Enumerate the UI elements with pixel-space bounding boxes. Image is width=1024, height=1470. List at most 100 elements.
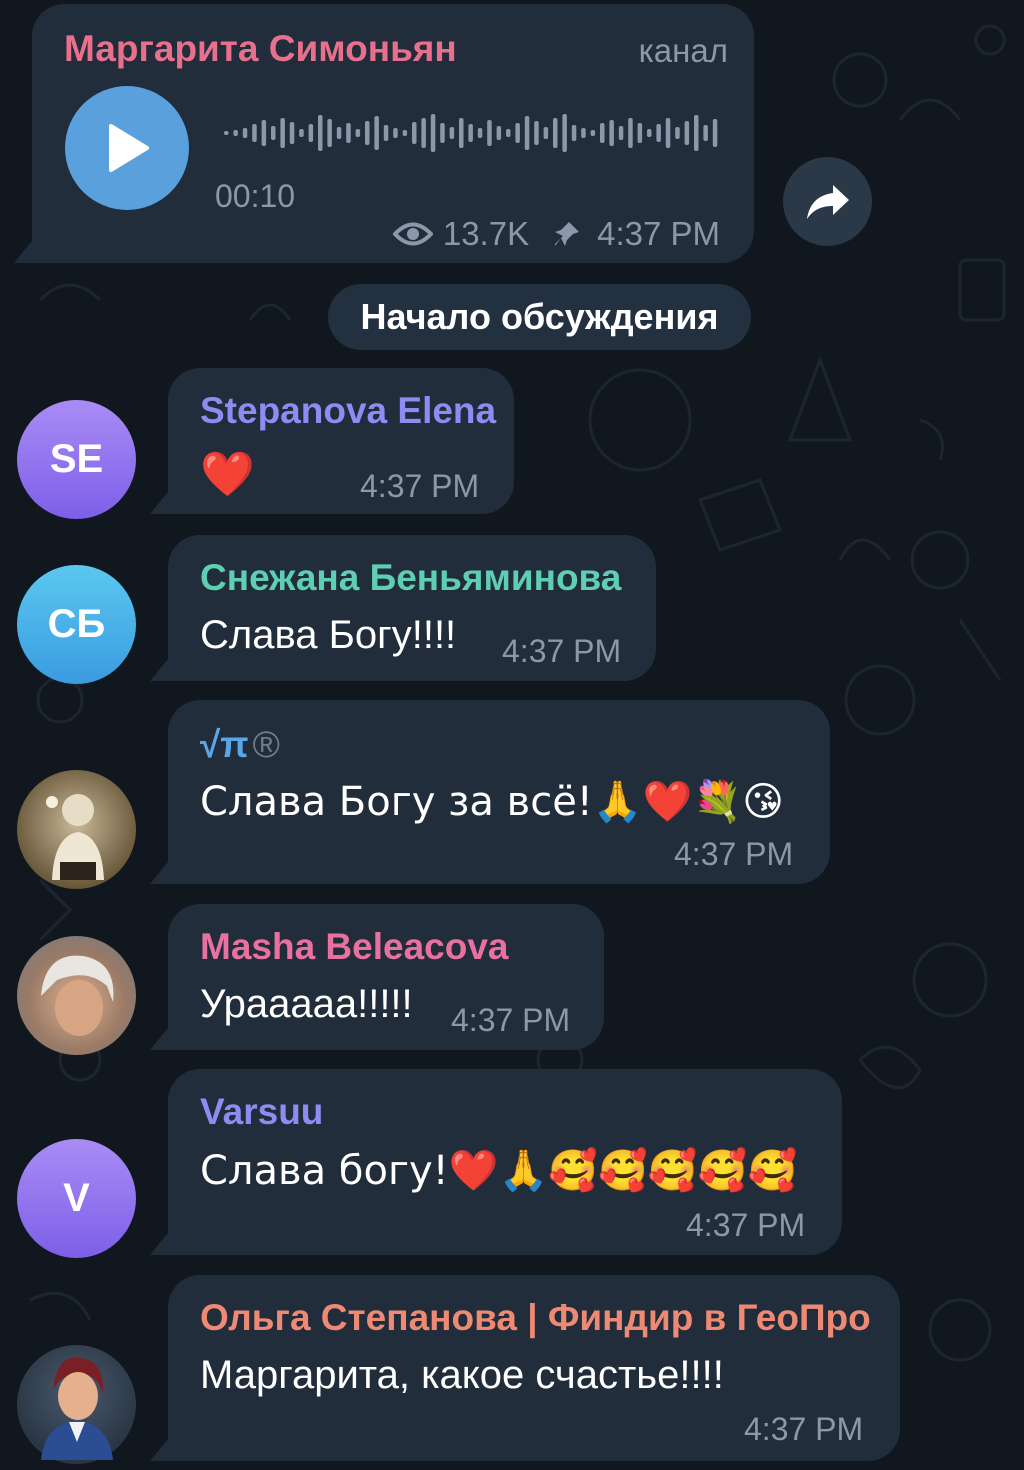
channel-label: канал	[638, 32, 728, 69]
message-bubble[interactable]: Masha Beleacova Урааааа!!!!! 4:37 PM	[168, 904, 604, 1050]
avatar-photo[interactable]	[17, 936, 136, 1055]
waveform-bar	[524, 116, 530, 150]
waveform-bar	[468, 124, 473, 142]
waveform-bar	[233, 130, 238, 136]
eye-icon	[392, 222, 433, 246]
waveform-bar	[515, 123, 520, 143]
share-button[interactable]	[783, 157, 872, 246]
waveform-bar	[242, 128, 248, 138]
message-bubble[interactable]: Снежана Беньяминова Слава Богу!!!! 4:37 …	[168, 535, 656, 681]
waveform-bar	[402, 130, 408, 136]
waveform-bar	[336, 127, 342, 139]
person-photo-icon	[40, 1357, 113, 1460]
waveform-bar	[684, 121, 690, 145]
waveform-bar	[609, 120, 614, 146]
waveform-bar	[496, 126, 502, 140]
waveform-bar	[271, 126, 276, 140]
message-bubble[interactable]: Varsuu Слава богу!❤️🙏🥰🥰🥰🥰🥰 4:37 PM	[168, 1069, 842, 1255]
channel-name[interactable]: Маргарита Симоньян	[64, 28, 457, 70]
message-time: 4:37 PM	[502, 633, 622, 669]
waveform-bar	[647, 129, 652, 137]
person-photo-icon	[40, 955, 113, 1036]
person-photo-icon	[45, 793, 104, 880]
voice-duration: 00:10	[215, 178, 296, 214]
waveform-bar	[280, 118, 285, 148]
share-icon	[806, 184, 849, 219]
audio-waveform[interactable]	[224, 108, 724, 158]
message-time: 4:37 PM	[744, 1411, 864, 1447]
channel-voice-post: Маргарита Симоньян канал 00:10 13.7K 4:3…	[32, 4, 754, 263]
waveform-bar	[393, 128, 398, 138]
waveform-bar	[703, 125, 708, 141]
message-sender[interactable]: Снежана Беньяминова	[200, 557, 621, 599]
waveform-bar	[637, 123, 643, 143]
waveform-bar	[534, 121, 539, 145]
avatar[interactable]: V	[17, 1139, 136, 1258]
waveform-bar	[694, 115, 699, 151]
waveform-bar	[224, 131, 229, 135]
waveform-bar	[562, 114, 567, 152]
avatar-photo[interactable]	[17, 1345, 136, 1464]
avatar[interactable]: SE	[17, 400, 136, 519]
pin-icon	[555, 222, 580, 246]
waveform-bar	[590, 130, 596, 136]
waveform-bar	[459, 118, 464, 148]
waveform-bar	[440, 123, 445, 143]
waveform-bar	[327, 119, 332, 147]
waveform-bar	[412, 122, 417, 144]
waveform-bar	[487, 120, 492, 146]
message-sender[interactable]: Ольга Степанова | Финдир в ГеоПро	[200, 1297, 871, 1339]
waveform-bar	[252, 124, 257, 142]
waveform-bar	[712, 119, 718, 147]
message-text: Слава Богу за всё!🙏❤️💐😘	[200, 779, 784, 825]
discussion-start-label: Начало обсуждения	[328, 284, 751, 350]
message-bubble[interactable]: √π ® Слава Богу за всё!🙏❤️💐😘 4:37 PM	[168, 700, 830, 884]
play-icon	[109, 124, 149, 172]
waveform-bar	[656, 124, 661, 142]
message-time: 4:37 PM	[686, 1207, 806, 1243]
waveform-bar	[665, 118, 671, 148]
waveform-bar	[543, 127, 549, 139]
waveform-bar	[506, 129, 511, 137]
waveform-bar	[675, 127, 680, 139]
waveform-bar	[261, 120, 267, 146]
waveform-bar	[571, 125, 577, 141]
message-bubble[interactable]: Ольга Степанова | Финдир в ГеоПро Маргар…	[168, 1275, 900, 1461]
waveform-bar	[421, 118, 426, 148]
message-text: Слава богу!❤️🙏🥰🥰🥰🥰🥰	[200, 1148, 798, 1194]
waveform-bar	[299, 129, 304, 137]
message-time: 4:37 PM	[451, 1002, 571, 1038]
waveform-bar	[581, 128, 586, 138]
waveform-bar	[355, 129, 361, 137]
waveform-bar	[308, 124, 314, 142]
message-sender[interactable]: √π ®	[200, 724, 280, 766]
waveform-bar	[449, 127, 455, 139]
message-sender[interactable]: Masha Beleacova	[200, 926, 509, 968]
avatar[interactable]: СБ	[17, 565, 136, 684]
avatar-photo[interactable]	[17, 770, 136, 889]
waveform-bar	[553, 118, 558, 148]
waveform-bar	[383, 125, 389, 141]
waveform-bar	[628, 118, 633, 148]
message-text: Маргарита, какое счастье!!!!	[200, 1353, 724, 1397]
waveform-bar	[365, 121, 370, 145]
post-meta: 13.7K 4:37 PM	[392, 215, 720, 253]
message-sender[interactable]: Varsuu	[200, 1091, 323, 1133]
waveform-bar	[374, 116, 379, 150]
message-sender[interactable]: Stepanova Elena	[200, 390, 496, 432]
waveform-bar	[346, 123, 351, 143]
message-bubble[interactable]: Stepanova Elena ❤️ 4:37 PM	[168, 368, 514, 514]
waveform-bar	[600, 123, 605, 143]
waveform-bar	[618, 126, 624, 140]
sender-name: √π	[200, 724, 249, 765]
message-time: 4:37 PM	[674, 836, 794, 872]
waveform-bar	[318, 115, 323, 151]
play-button[interactable]	[65, 86, 189, 210]
view-count: 13.7K	[442, 215, 530, 252]
message-time: 4:37 PM	[360, 468, 480, 504]
message-text: Урааааа!!!!!	[200, 982, 413, 1026]
message-text: Слава Богу!!!!	[200, 613, 457, 657]
waveform-bar	[430, 114, 436, 152]
post-time: 4:37 PM	[597, 215, 720, 252]
message-text: ❤️	[200, 449, 255, 500]
